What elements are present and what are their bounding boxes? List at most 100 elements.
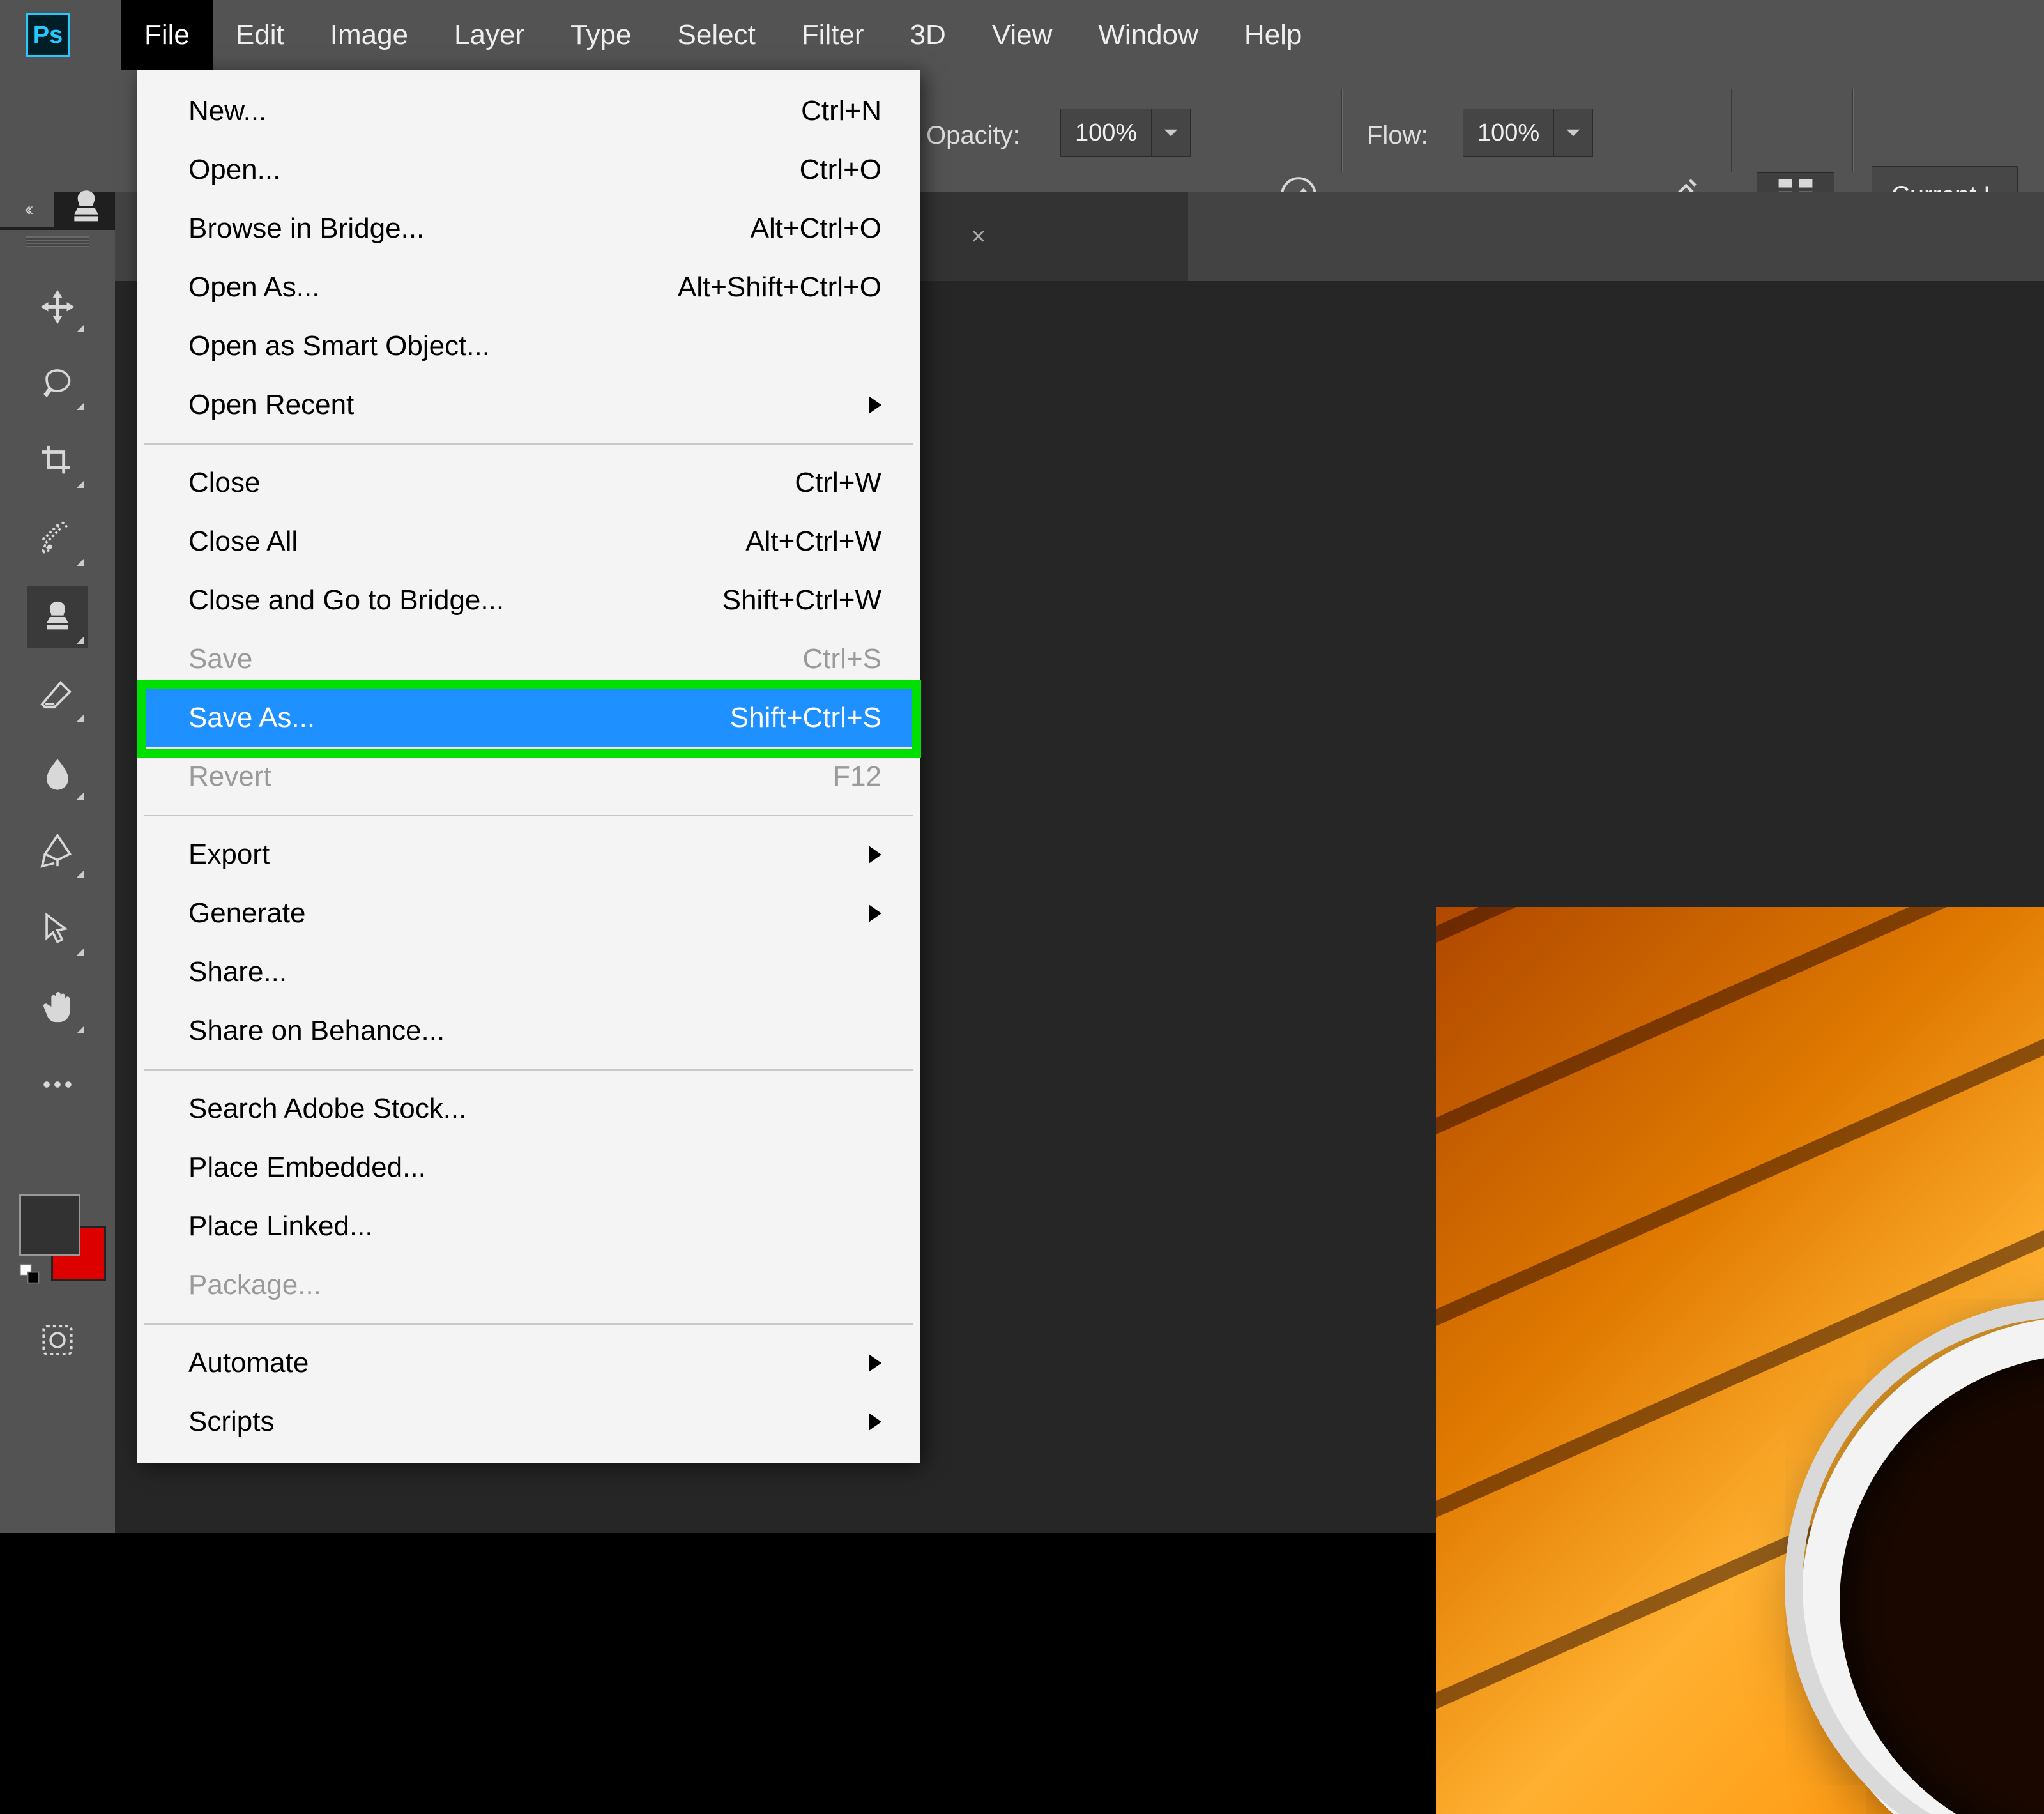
menu-item-shortcut: Shift+Ctrl+S: [730, 702, 881, 734]
menu-item-label: Generate: [188, 897, 305, 929]
menu-item-label: Open Recent: [188, 389, 354, 421]
opacity-value: 100%: [1061, 119, 1151, 147]
opacity-field[interactable]: 100%: [1060, 109, 1191, 157]
healing-brush-tool[interactable]: [27, 508, 88, 570]
menu-item-save: SaveCtrl+S: [137, 630, 920, 689]
move-tool[interactable]: [27, 275, 88, 336]
flyout-indicator-icon: [77, 870, 84, 878]
menu-item-label: Open As...: [188, 271, 319, 303]
submenu-arrow-icon: [869, 1354, 881, 1372]
flow-label: Flow:: [1367, 121, 1428, 150]
menu-item-label: Open...: [188, 154, 280, 186]
menu-item-open[interactable]: Open... Ctrl+O: [137, 141, 920, 199]
menu-window[interactable]: Window: [1075, 0, 1221, 70]
menu-item-label: Place Linked...: [188, 1210, 373, 1242]
tools-panel: [0, 230, 115, 1533]
menu-item-label: New...: [188, 95, 266, 127]
menu-file[interactable]: File: [121, 0, 213, 70]
app-logo-icon: Ps: [26, 13, 70, 57]
menu-item-shortcut: Alt+Shift+Ctrl+O: [678, 271, 881, 303]
menu-separator: [144, 815, 913, 816]
clone-stamp-tool[interactable]: [27, 586, 88, 648]
menu-item-label: Close All: [188, 526, 298, 558]
menu-item-open-as[interactable]: Open As... Alt+Shift+Ctrl+O: [137, 258, 920, 317]
menu-item-scripts[interactable]: Scripts: [137, 1392, 920, 1451]
menu-item-search-adobe-stock[interactable]: Search Adobe Stock...: [137, 1079, 920, 1138]
more-tools[interactable]: [27, 1054, 88, 1115]
menu-item-label: Open as Smart Object...: [188, 330, 490, 362]
submenu-arrow-icon: [869, 1413, 881, 1431]
eraser-tool[interactable]: [27, 664, 88, 726]
flow-field[interactable]: 100%: [1463, 109, 1593, 157]
menu-bar: Ps FileEditImageLayerTypeSelectFilter3DV…: [0, 0, 2044, 70]
menu-item-export[interactable]: Export: [137, 825, 920, 884]
flow-dropdown-icon[interactable]: [1553, 109, 1592, 156]
lasso-tool[interactable]: [27, 353, 88, 414]
menu-item-label: Save As...: [188, 702, 315, 734]
menu-view[interactable]: View: [969, 0, 1076, 70]
menu-item-place-embedded[interactable]: Place Embedded...: [137, 1138, 920, 1197]
menu-item-generate[interactable]: Generate: [137, 884, 920, 943]
menu-item-open-as-smart-object[interactable]: Open as Smart Object...: [137, 317, 920, 376]
menu-item-close-all[interactable]: Close AllAlt+Ctrl+W: [137, 512, 920, 571]
menu-3d[interactable]: 3D: [887, 0, 969, 70]
document-tab[interactable]: ×: [920, 192, 1188, 281]
menu-item-shortcut: Ctrl+N: [801, 95, 881, 127]
menu-select[interactable]: Select: [655, 0, 779, 70]
menu-item-label: Automate: [188, 1347, 309, 1379]
menu-item-label: Place Embedded...: [188, 1152, 426, 1184]
path-selection-tool[interactable]: [27, 898, 88, 959]
menu-item-shortcut: Shift+Ctrl+W: [722, 584, 881, 616]
menu-layer[interactable]: Layer: [431, 0, 547, 70]
menu-filter[interactable]: Filter: [779, 0, 887, 70]
menu-item-new[interactable]: New... Ctrl+N: [137, 82, 920, 141]
flyout-indicator-icon: [77, 1026, 84, 1033]
document-image: [1436, 907, 2044, 1814]
menu-type[interactable]: Type: [547, 0, 654, 70]
default-colors-icon[interactable]: [19, 1263, 41, 1285]
menu-edit[interactable]: Edit: [213, 0, 307, 70]
menu-item-save-as[interactable]: Save As... Shift+Ctrl+S: [137, 689, 920, 747]
menu-separator: [144, 1323, 913, 1325]
flyout-indicator-icon: [77, 948, 84, 956]
opacity-label: Opacity:: [926, 121, 1020, 150]
close-tab-icon[interactable]: ×: [971, 222, 986, 251]
menu-item-place-linked[interactable]: Place Linked...: [137, 1197, 920, 1256]
flyout-indicator-icon: [77, 324, 84, 332]
menu-item-label: Revert: [188, 761, 271, 793]
menu-item-package: Package...: [137, 1256, 920, 1315]
color-swatches[interactable]: [19, 1194, 102, 1277]
flyout-indicator-icon: [77, 480, 84, 488]
menu-items: FileEditImageLayerTypeSelectFilter3DView…: [121, 0, 1325, 70]
flyout-indicator-icon: [77, 402, 84, 410]
foreground-color-swatch[interactable]: [19, 1194, 80, 1256]
menu-item-share-on-behance[interactable]: Share on Behance...: [137, 1002, 920, 1060]
hand-tool[interactable]: [27, 976, 88, 1037]
menu-item-shortcut: Alt+Ctrl+O: [751, 213, 881, 245]
panel-grip-icon[interactable]: [26, 236, 89, 247]
pen-tool[interactable]: [27, 820, 88, 881]
quick-mask-icon[interactable]: [27, 1309, 88, 1371]
menu-image[interactable]: Image: [307, 0, 431, 70]
menu-item-close-and-go-to-bridge[interactable]: Close and Go to Bridge...Shift+Ctrl+W: [137, 571, 920, 630]
opacity-dropdown-icon[interactable]: [1151, 109, 1190, 156]
panel-collapse-icon[interactable]: ‹‹: [0, 192, 54, 227]
photoshop-app: Ps FileEditImageLayerTypeSelectFilter3DV…: [0, 0, 2044, 1533]
menu-help[interactable]: Help: [1221, 0, 1325, 70]
crop-tool[interactable]: [27, 431, 88, 492]
menu-item-label: Scripts: [188, 1406, 274, 1438]
submenu-arrow-icon: [869, 396, 881, 414]
menu-item-browse-in-bridge[interactable]: Browse in Bridge...Alt+Ctrl+O: [137, 199, 920, 258]
menu-item-shortcut: Ctrl+W: [795, 467, 881, 499]
menu-item-automate[interactable]: Automate: [137, 1334, 920, 1392]
menu-item-label: Share...: [188, 956, 287, 988]
menu-item-open-recent[interactable]: Open Recent: [137, 376, 920, 434]
menu-item-share[interactable]: Share...: [137, 943, 920, 1002]
active-tool-preset-icon[interactable]: [57, 179, 115, 236]
flyout-indicator-icon: [77, 636, 84, 644]
menu-item-close[interactable]: CloseCtrl+W: [137, 454, 920, 512]
menu-separator: [144, 1069, 913, 1071]
blur-tool[interactable]: [27, 742, 88, 804]
menu-item-shortcut: Ctrl+O: [800, 154, 881, 186]
menu-separator: [144, 443, 913, 445]
